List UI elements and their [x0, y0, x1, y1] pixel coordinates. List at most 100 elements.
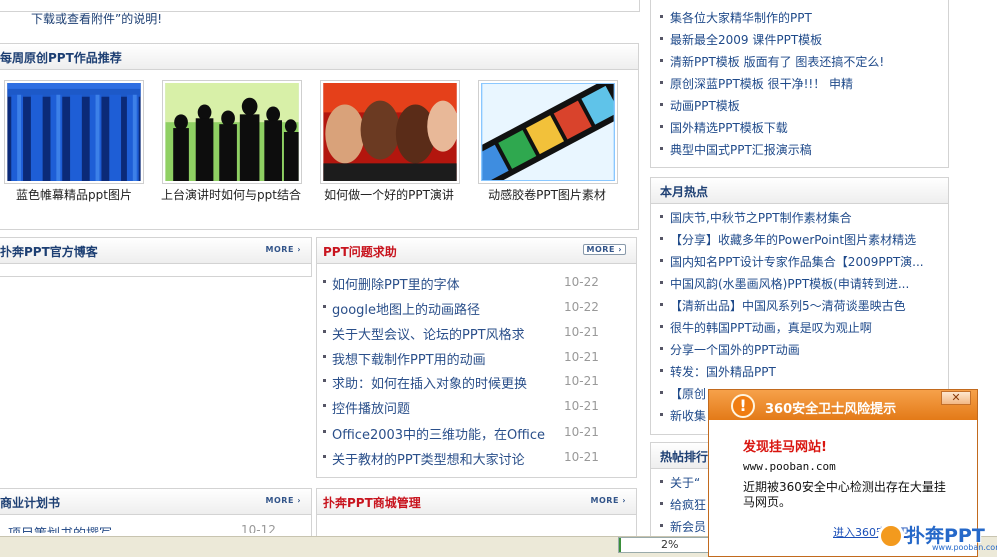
hot-item[interactable]: 分享一个国外的PPT动画 [660, 341, 950, 363]
business-first-item[interactable]: 项目策划书的撰写 [8, 523, 112, 533]
help-question[interactable]: 关于教材的PPT类型想和大家讨论 [332, 449, 525, 468]
logo-url: www.pooban.com [932, 543, 997, 552]
help-row[interactable]: 如何删除PPT里的字体 10-22 [323, 274, 623, 298]
hot-post-item[interactable]: 给疯狂 [660, 496, 708, 518]
bullet [660, 303, 663, 306]
right-top-item[interactable]: 清新PPT模板 版面有了 图表还搞不定么! [660, 53, 950, 75]
help-row[interactable]: google地图上的动画路径 10-22 [323, 299, 623, 323]
thumb-people[interactable] [320, 80, 460, 184]
help-row[interactable]: 关于大型会议、论坛的PPT风格求 10-21 [323, 324, 623, 348]
hot-item[interactable]: 【原创 [660, 385, 708, 407]
help-question[interactable]: 如何删除PPT里的字体 [332, 274, 460, 293]
hot-item[interactable]: 国庆节,中秋节之PPT制作素材集合 [660, 209, 950, 231]
bullet [323, 305, 326, 308]
bullet [323, 355, 326, 358]
right-top-item[interactable]: 国外精选PPT模板下载 [660, 119, 950, 141]
bullet [323, 430, 326, 433]
help-row[interactable]: Office2003中的三维功能，在Office 10-21 [323, 424, 623, 448]
hot-link[interactable]: 很牛的韩国PPT动画，真是叹为观止啊 [670, 319, 872, 336]
help-date: 10-21 [564, 399, 599, 413]
hot-post-link[interactable]: 给疯狂 [670, 496, 706, 513]
people-image [323, 83, 457, 181]
right-top-link[interactable]: 最新最全2009 课件PPT模板 [670, 31, 822, 48]
bullet [660, 237, 663, 240]
hot-link[interactable]: 转发：国外精品PPT [670, 363, 776, 380]
hot-post-link[interactable]: 关于“ [670, 474, 700, 491]
help-row[interactable]: 关于教材的PPT类型想和大家讨论 10-21 [323, 449, 623, 473]
right-top-link[interactable]: 动画PPT模板 [670, 97, 740, 114]
hot-link[interactable]: 新收集 [670, 407, 706, 424]
hot-post-link[interactable]: 新会员 [670, 518, 706, 535]
hot-item[interactable]: 【分享】收藏多年的PowerPoint图片素材精选 [660, 231, 950, 253]
right-top-link[interactable]: 集各位大家精华制作的PPT [670, 9, 812, 26]
right-top-item[interactable]: 原创深蓝PPT模板 很干净!!！ 申精 [660, 75, 950, 97]
help-date: 10-22 [564, 300, 599, 314]
right-top-link[interactable]: 清新PPT模板 版面有了 图表还搞不定么! [670, 53, 884, 70]
right-top-link[interactable]: 原创深蓝PPT模板 很干净!!！ 申精 [670, 75, 853, 92]
hot-link[interactable]: 【清新出品】中国风系列5～清荷谈墨映古色 [670, 297, 906, 314]
blog-title-bar: 扑奔PPT官方博客 MORE › [0, 238, 311, 264]
help-row[interactable]: 我想下载制作PPT用的动画 10-21 [323, 349, 623, 373]
bullet [660, 15, 663, 18]
hot-link[interactable]: 中国风韵(水墨画风格)PPT模板(申请转到进... [670, 275, 909, 292]
logo-mark-icon [878, 523, 904, 549]
top-note[interactable]: 下载或查看附件”的说明! [31, 10, 162, 27]
help-question[interactable]: Office2003中的三维功能，在Office [332, 424, 545, 443]
caption-1[interactable]: 蓝色帷幕精品ppt图片 [0, 186, 154, 203]
help-row[interactable]: 求助：如何在插入对象的时候更换 10-21 [323, 373, 623, 397]
business-title: 商业计划书 [0, 496, 61, 510]
thumb-film[interactable] [478, 80, 618, 184]
thumb-silhouettes[interactable] [162, 80, 302, 184]
right-top-item[interactable]: 动画PPT模板 [660, 97, 950, 119]
shop-more-link[interactable]: MORE › [591, 496, 626, 505]
caption-2[interactable]: 上台演讲时如何与ppt结合 [151, 186, 311, 203]
help-question[interactable]: 控件播放问题 [332, 398, 410, 417]
bullet [660, 259, 663, 262]
silhouettes-image [165, 83, 299, 181]
caption-4[interactable]: 动感胶卷PPT图片素材 [467, 186, 627, 203]
help-more-link[interactable]: MORE › [582, 244, 626, 255]
hot-item[interactable]: 【清新出品】中国风系列5～清荷谈墨映古色 [660, 297, 950, 319]
help-question[interactable]: 求助：如何在插入对象的时候更换 [332, 373, 527, 392]
bullet [660, 524, 663, 527]
hot-title: 本月热点 [660, 185, 709, 199]
right-top-item[interactable]: 典型中国式PPT汇报演示稿 [660, 141, 950, 163]
hot-link[interactable]: 【原创 [670, 385, 706, 402]
close-icon[interactable]: ✕ [941, 391, 971, 405]
hot-link[interactable]: 分享一个国外的PPT动画 [670, 341, 800, 358]
bullet [660, 413, 663, 416]
progress-bar: 2% [618, 537, 718, 553]
hot-link[interactable]: 国庆节,中秋节之PPT制作素材集合 [670, 209, 852, 226]
hot-link[interactable]: 国内知名PPT设计专家作品集合【2009PPT演... [670, 253, 924, 270]
help-date: 10-21 [564, 325, 599, 339]
help-question[interactable]: google地图上的动画路径 [332, 299, 480, 318]
blog-title: 扑奔PPT官方博客 [0, 245, 98, 259]
business-first-date: 10-12 [241, 523, 276, 533]
hot-link[interactable]: 【分享】收藏多年的PowerPoint图片素材精选 [670, 231, 916, 248]
blog-more-link[interactable]: MORE › [266, 245, 301, 254]
right-top-item[interactable]: 最新最全2009 课件PPT模板 [660, 31, 950, 53]
thumb-curtain[interactable] [4, 80, 144, 184]
hot-item[interactable]: 国内知名PPT设计专家作品集合【2009PPT演... [660, 253, 950, 275]
weekly-title: 每周原创PPT作品推荐 [0, 51, 122, 65]
help-question[interactable]: 关于大型会议、论坛的PPT风格求 [332, 324, 525, 343]
hot-item[interactable]: 中国风韵(水墨画风格)PPT模板(申请转到进... [660, 275, 950, 297]
weekly-title-bar: 每周原创PPT作品推荐 [0, 44, 638, 70]
bullet [660, 125, 663, 128]
hot-posts-title: 热帖排行 [660, 450, 709, 464]
right-top-item[interactable]: 集各位大家精华制作的PPT [660, 9, 950, 31]
bullet [660, 37, 663, 40]
shop-panel: 扑奔PPT商城管理 MORE › [316, 488, 637, 538]
hot-post-item[interactable]: 关于“ [660, 474, 708, 496]
help-question[interactable]: 我想下载制作PPT用的动画 [332, 349, 486, 368]
popup-body: 近期被360安全中心检测出存在大量挂马网页。 [743, 480, 946, 509]
caption-3[interactable]: 如何做一个好的PPT演讲 [309, 186, 469, 203]
hot-item[interactable]: 转发：国外精品PPT [660, 363, 950, 385]
hot-item[interactable]: 新收集 [660, 407, 708, 429]
right-top-link[interactable]: 国外精选PPT模板下载 [670, 119, 788, 136]
help-row[interactable]: 控件播放问题 10-21 [323, 398, 623, 422]
business-more-link[interactable]: MORE › [266, 496, 301, 505]
shop-title: 扑奔PPT商城管理 [323, 496, 421, 510]
hot-item[interactable]: 很牛的韩国PPT动画，真是叹为观止啊 [660, 319, 950, 341]
right-top-link[interactable]: 典型中国式PPT汇报演示稿 [670, 141, 812, 158]
